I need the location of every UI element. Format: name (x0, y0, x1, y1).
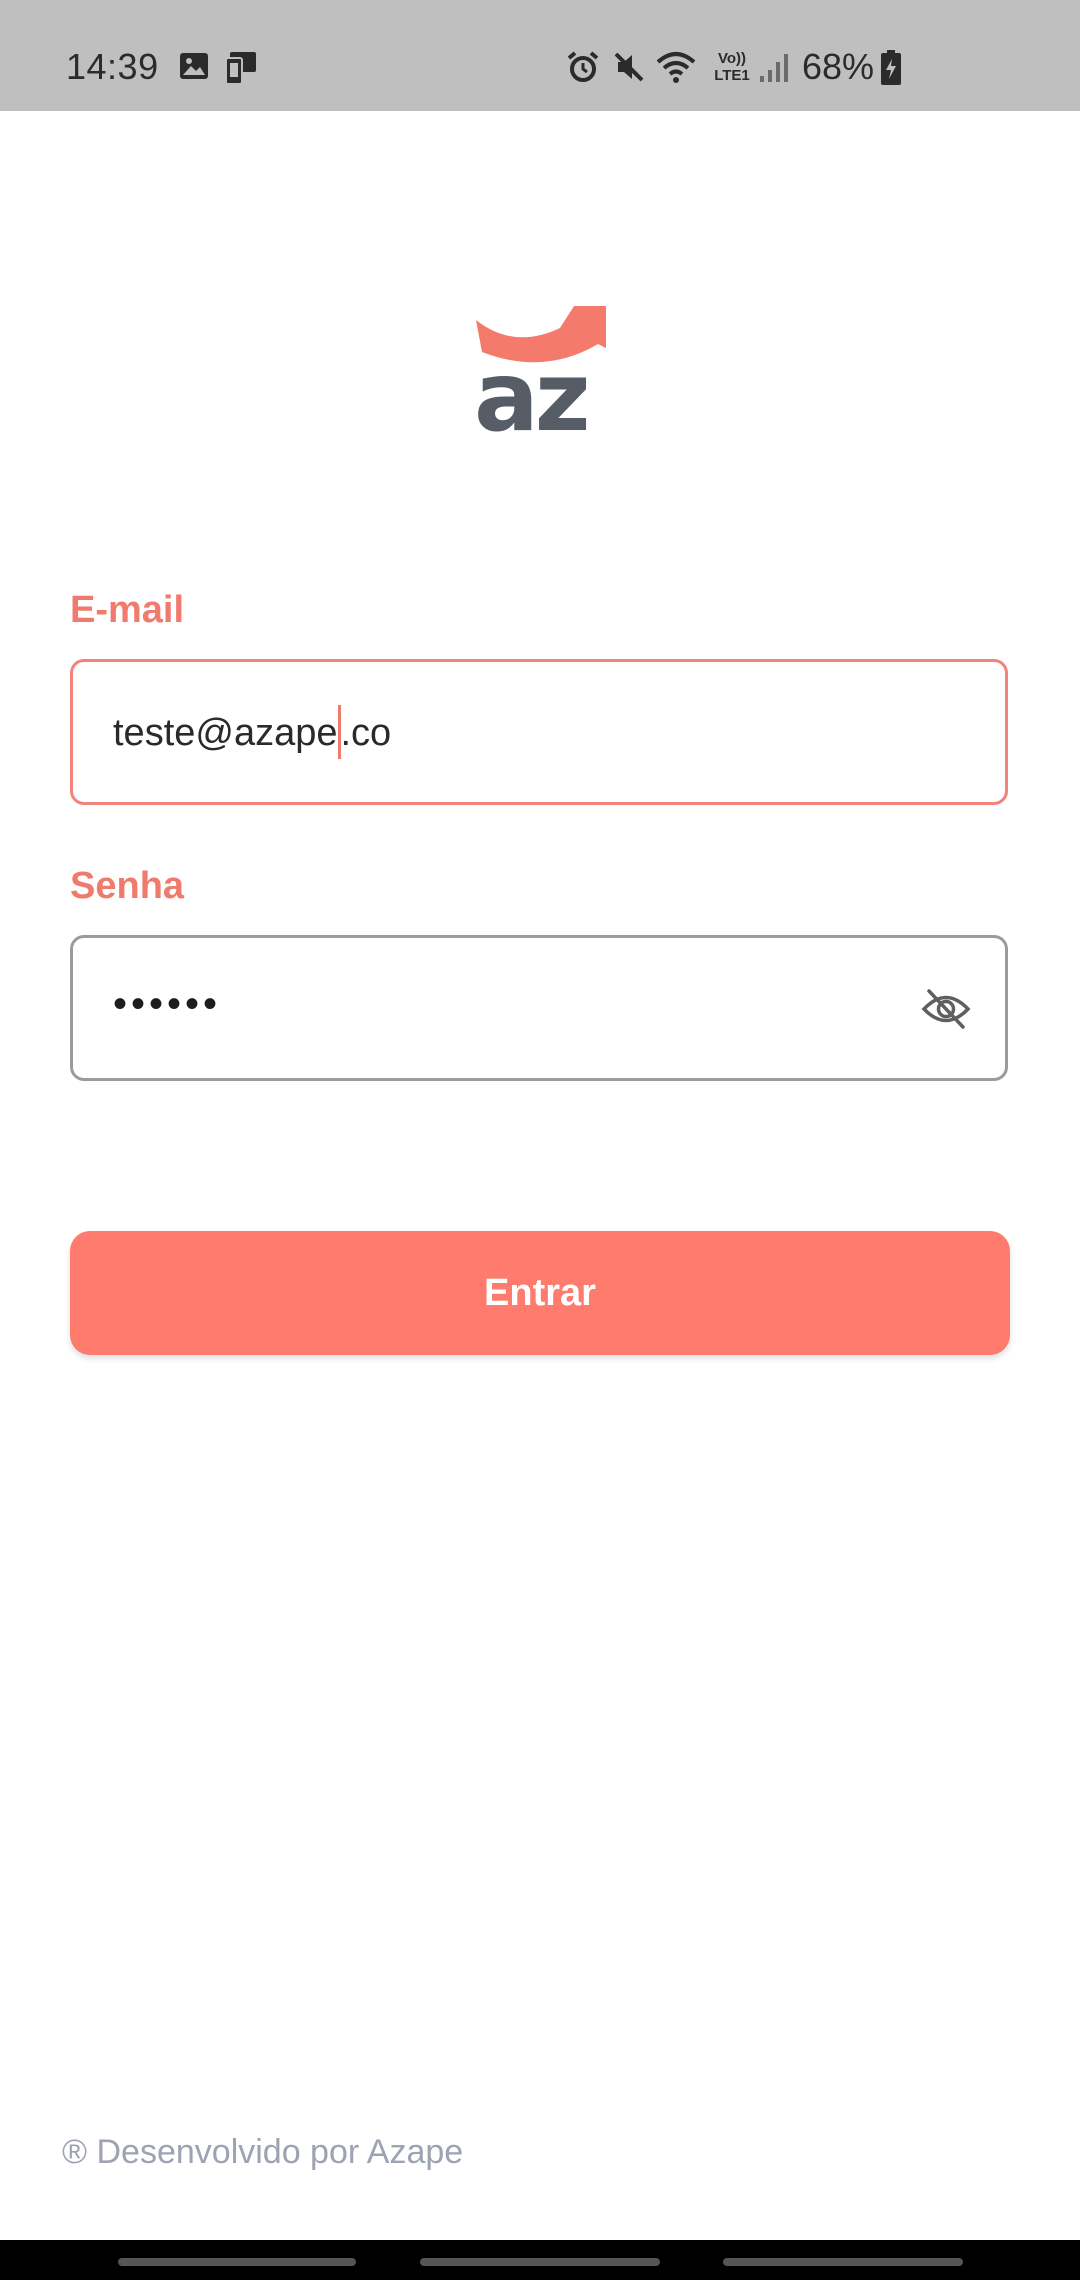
alarm-icon (567, 51, 599, 82)
email-label: E-mail (70, 589, 185, 631)
email-value-after-caret: .co (340, 712, 392, 754)
email-value-before-caret: teste@azape (113, 712, 338, 754)
svg-text:az: az (474, 341, 587, 434)
mute-icon (614, 52, 644, 82)
navigation-bar (0, 2240, 1080, 2280)
footer-credit: ® Desenvolvido por Azape (62, 2133, 464, 2171)
login-button[interactable]: Entrar (70, 1231, 1010, 1355)
battery-percent: 68% (802, 46, 875, 87)
eye-off-icon[interactable] (921, 988, 971, 1030)
login-screen: 14:39 Vo)) LTE1 68% az E-mail teste@azap… (0, 0, 1080, 2280)
nav-handle-center[interactable] (420, 2258, 660, 2266)
status-bar: 14:39 Vo)) LTE1 68% (0, 0, 1080, 111)
battery-charging-icon (881, 50, 901, 85)
wifi-icon (656, 52, 696, 83)
email-field[interactable]: teste@azape.co (70, 659, 1008, 805)
volte-label: Vo)) (717, 50, 747, 67)
password-field[interactable]: •••••• (70, 935, 1008, 1081)
signal-icon (760, 54, 788, 82)
email-value[interactable]: teste@azape.co (113, 704, 392, 759)
device-icon (225, 52, 256, 85)
password-label: Senha (70, 865, 185, 907)
lte-label: LTE1 (714, 67, 750, 84)
status-time: 14:39 (66, 46, 159, 87)
volte-icon: Vo)) LTE1 (710, 50, 754, 84)
azape-logo: az (474, 306, 606, 434)
password-value[interactable]: •••••• (113, 982, 221, 1027)
nav-handle-right[interactable] (723, 2258, 963, 2266)
image-icon (180, 53, 208, 79)
nav-handle-left[interactable] (118, 2258, 356, 2266)
